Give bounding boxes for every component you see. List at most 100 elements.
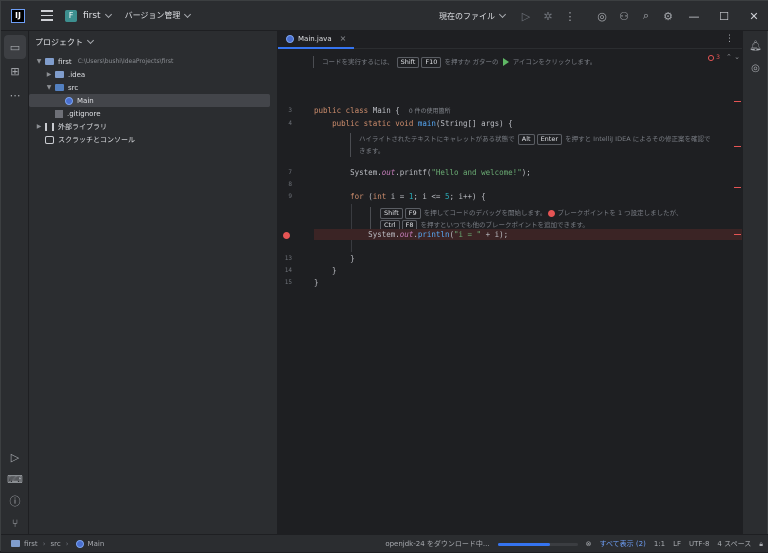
- key-shift: Shift: [396, 57, 420, 68]
- expand-arrow-icon[interactable]: ▼: [45, 84, 53, 91]
- error-stripe-mark[interactable]: [734, 146, 741, 147]
- crumb-main[interactable]: Main: [88, 540, 105, 548]
- tree-ext-libs-label: 外部ライブラリ: [58, 122, 107, 131]
- lock-icon[interactable]: 🔒︎: [759, 540, 763, 549]
- tree-idea-label: .idea: [68, 70, 86, 79]
- vcs-selector[interactable]: バージョン管理: [125, 10, 192, 21]
- collapse-arrow-icon[interactable]: ▶: [35, 123, 43, 130]
- git-icon[interactable]: ⑂: [1, 511, 29, 535]
- file-encoding[interactable]: UTF-8: [689, 540, 709, 548]
- tree-item-scratches[interactable]: スクラッチとコンソール: [29, 133, 277, 146]
- expand-arrow-icon[interactable]: ▼: [35, 58, 43, 65]
- gear-icon[interactable]: ⚙: [657, 1, 679, 31]
- ai-assistant-icon[interactable]: ◎: [591, 1, 613, 31]
- left-tool-strip: ▭ ⊞ ⋯ ▷ ⌨ ⓘ ⑂: [1, 31, 29, 534]
- notifications-icon[interactable]: 🔔︎: [743, 35, 768, 57]
- structure-icon[interactable]: ⊞: [1, 59, 29, 83]
- more-tools-icon[interactable]: ⋯: [1, 83, 29, 107]
- editor-gutter[interactable]: 3 4 7 8 9 13 14 15: [278, 50, 314, 534]
- chevron-down-icon: [86, 36, 95, 45]
- error-stripe-mark[interactable]: [734, 101, 741, 102]
- run-hint-post: アイコンをクリックします。: [512, 58, 597, 66]
- tree-item-gitignore[interactable]: .gitignore: [29, 107, 277, 120]
- services-icon[interactable]: ▷: [1, 445, 29, 469]
- show-all-tasks-link[interactable]: すべて表示 (2): [599, 539, 645, 549]
- tree-item-main[interactable]: Main: [29, 94, 270, 107]
- project-folder-icon[interactable]: ▭: [4, 35, 26, 59]
- project-panel-header[interactable]: プロジェクト: [29, 33, 277, 51]
- code-area[interactable]: コードを実行するには、 Shift F10 を押すか ガターの アイコンをクリック…: [313, 50, 744, 534]
- java-class-icon: [65, 96, 73, 105]
- file-icon: [55, 109, 63, 118]
- key-alt: Alt: [517, 134, 535, 145]
- breakpoint-icon: [548, 209, 556, 217]
- quickfix-hint-line2: きます。: [359, 147, 385, 155]
- line-number: 13: [284, 255, 292, 262]
- quickfix-hint-text: ハイライトされたテキストにキャレットがある状態で: [359, 135, 515, 143]
- tree-item-first[interactable]: ▼ first C:\Users\bushi\IdeaProjects\firs…: [29, 55, 277, 68]
- debug-icon[interactable]: ✲: [537, 1, 559, 31]
- code-line-12: System.out.println("i = " + i);: [314, 230, 509, 239]
- code-line-15: }: [314, 278, 319, 287]
- run-config-selector[interactable]: 現在のファイル: [439, 10, 507, 22]
- crumb-src[interactable]: src: [51, 540, 61, 548]
- scratches-icon: [45, 135, 54, 144]
- problems-icon[interactable]: ⓘ: [1, 489, 29, 513]
- error-stripe-mark[interactable]: [734, 234, 741, 235]
- println-string: "i = ": [453, 230, 482, 239]
- error-stripe-mark[interactable]: [734, 187, 741, 188]
- status-bar: first › src › Main openjdk-24 をダウンロード中..…: [1, 534, 768, 552]
- chevron-down-icon: [104, 10, 112, 18]
- title-bar: IJ F first バージョン管理 現在のファイル ▷ ✲ ⋮ ◎ ⚇ ⌕ ⚙…: [1, 1, 768, 31]
- project-name: first: [83, 10, 101, 21]
- debug-hint-text3: を押すといつでも他のブレークポイントを追加できます。: [420, 221, 589, 229]
- crumb-first[interactable]: first: [24, 540, 38, 548]
- project-panel-title: プロジェクト: [35, 37, 83, 47]
- ide-window: IJ F first バージョン管理 現在のファイル ▷ ✲ ⋮ ◎ ⚇ ⌕ ⚙…: [0, 0, 768, 552]
- collapse-arrow-icon[interactable]: ▶: [45, 71, 53, 78]
- cancel-task-icon[interactable]: ⊗: [586, 540, 592, 548]
- code-line-7: System.out.printf("Hello and welcome!");: [314, 168, 531, 177]
- ai-chat-icon[interactable]: ◎: [743, 57, 768, 79]
- tree-item-src[interactable]: ▼ src: [29, 81, 277, 94]
- editor-tabs: Main.java × ⋮: [278, 31, 744, 49]
- more-actions-icon[interactable]: ⋮: [559, 1, 581, 31]
- background-task-label[interactable]: openjdk-24 をダウンロード中...: [385, 539, 489, 549]
- code-line-9: for (int i = 1; i <= 5; i++) {: [350, 192, 486, 201]
- close-button[interactable]: ✕: [739, 1, 768, 31]
- indent-setting[interactable]: 4 スペース: [717, 539, 751, 549]
- main-menu-button[interactable]: [39, 8, 55, 24]
- breakpoint-icon[interactable]: [283, 232, 290, 239]
- key-enter: Enter: [536, 134, 563, 145]
- code-line-14: }: [314, 266, 337, 275]
- tab-main-java[interactable]: Main.java ×: [278, 31, 355, 49]
- tree-item-external-libraries[interactable]: ▶ 外部ライブラリ: [29, 120, 277, 133]
- download-progress-bar: [497, 542, 578, 546]
- usage-hint: 0 件の使用箇所: [408, 108, 451, 115]
- folder-icon: [11, 540, 20, 547]
- search-icon[interactable]: ⌕: [635, 1, 657, 31]
- project-selector[interactable]: F first: [65, 9, 112, 22]
- folder-icon: [45, 58, 54, 65]
- terminal-icon[interactable]: ⌨: [1, 467, 29, 491]
- line-separator[interactable]: LF: [673, 540, 681, 548]
- project-badge: F: [65, 9, 77, 22]
- tree-root-path: C:\Users\bushi\IdeaProjects\first: [77, 58, 174, 65]
- tree-scratches-label: スクラッチとコンソール: [58, 135, 135, 144]
- line-number: 9: [288, 193, 292, 200]
- code-line-3: public class Main { 0 件の使用箇所: [314, 106, 451, 115]
- chevron-down-icon: [498, 10, 507, 19]
- key-f10: F10: [421, 57, 442, 68]
- add-user-icon[interactable]: ⚇: [613, 1, 635, 31]
- run-icon[interactable]: ▷: [515, 1, 537, 31]
- close-tab-icon[interactable]: ×: [340, 34, 347, 43]
- tree-item-idea[interactable]: ▶ .idea: [29, 68, 277, 81]
- printf-string: "Hello and welcome!": [431, 168, 522, 177]
- tab-label: Main.java: [298, 34, 332, 43]
- tree-main-label: Main: [77, 96, 94, 105]
- minimize-button[interactable]: —: [679, 1, 709, 31]
- caret-position[interactable]: 1:1: [654, 540, 665, 548]
- run-gutter-icon: [502, 58, 509, 66]
- maximize-button[interactable]: ☐: [709, 1, 739, 31]
- more-tabs-icon[interactable]: ⋮: [725, 34, 734, 44]
